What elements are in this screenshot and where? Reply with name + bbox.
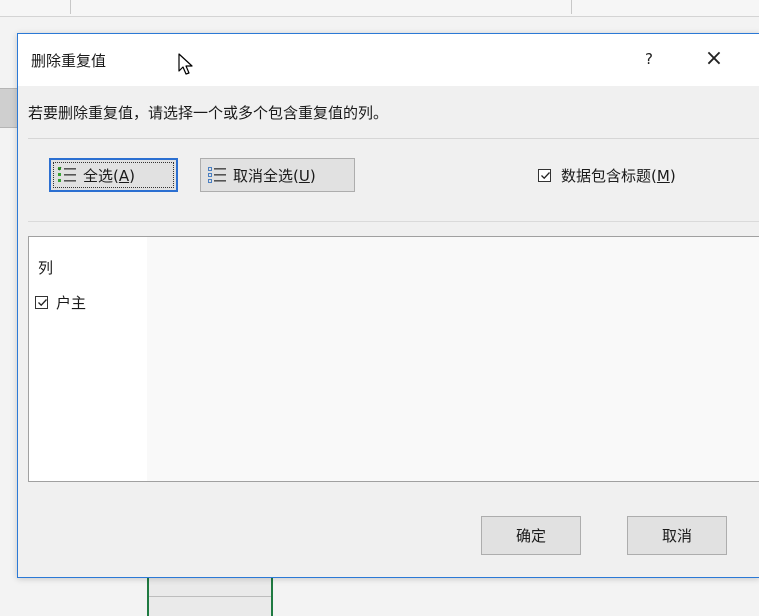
dialog-titlebar[interactable]: 删除重复值 ? × [18,34,759,86]
checkmark-icon [541,172,550,180]
unselect-all-button[interactable]: 取消全选(U) [200,158,355,192]
cancel-button[interactable]: 取消 [627,516,727,555]
selection-toolbar: 全选(A) 取消全选(U) 数据包含标题(M) [28,138,759,222]
dialog-title: 删除重复值 [31,52,107,70]
list-empty-area [147,237,759,481]
columns-list[interactable]: 列 户主 [28,236,759,482]
columns-list-header: 列 [38,259,54,277]
sheet-row-header [0,88,18,128]
has-headers-checkbox[interactable]: 数据包含标题(M) [538,165,676,186]
instruction-text: 若要删除重复值，请选择一个或多个包含重复值的列。 [28,104,389,122]
ribbon-separator [571,0,572,14]
select-all-button[interactable]: 全选(A) [49,158,178,192]
focus-rectangle [53,162,174,188]
column-label: 户主 [56,294,87,312]
has-headers-checkbox-box[interactable] [538,169,551,182]
close-button[interactable]: × [699,44,729,74]
selected-cell[interactable] [147,575,273,616]
mouse-cursor-icon [178,53,193,75]
column-checkbox[interactable] [35,296,48,309]
cell-divider [149,596,271,597]
ribbon-separator [70,0,71,14]
checkmark-icon [38,299,47,307]
has-headers-label: 数据包含标题(M) [561,167,676,185]
remove-duplicates-dialog: 删除重复值 ? × 若要删除重复值，请选择一个或多个包含重复值的列。 全选(A) [17,33,759,578]
ok-button[interactable]: 确定 [481,516,581,555]
ribbon-background [0,0,759,17]
help-button[interactable]: ? [636,46,662,72]
unselect-all-icon [208,167,226,183]
list-item[interactable]: 户主 [35,292,86,313]
unselect-all-label: 取消全选(U) [233,166,316,185]
